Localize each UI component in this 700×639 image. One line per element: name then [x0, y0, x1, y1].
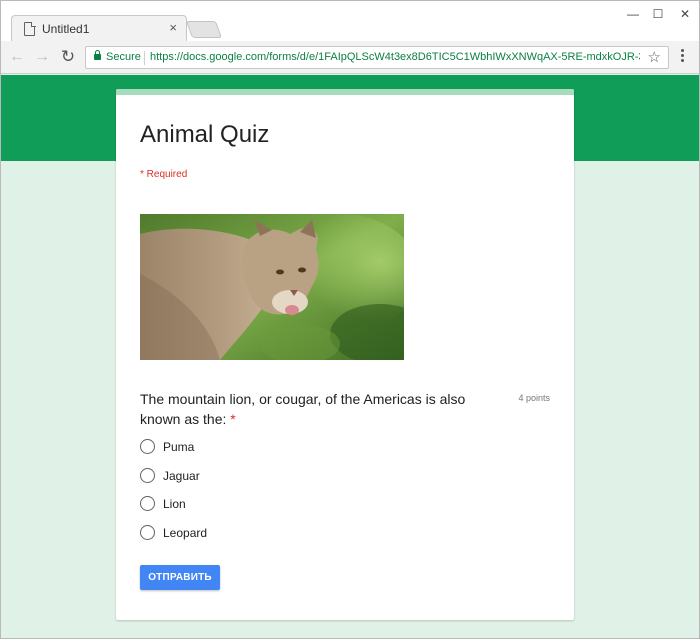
- question-text: The mountain lion, or cougar, of the Ame…: [140, 389, 490, 429]
- new-tab-button[interactable]: [185, 21, 223, 38]
- form-card: Animal Quiz * Required The mountain lion…: [116, 89, 574, 620]
- document-icon: [24, 21, 36, 36]
- required-note: * Required: [140, 169, 188, 180]
- reload-icon[interactable]: ↻: [58, 47, 78, 67]
- maximize-icon[interactable]: ☐: [646, 7, 670, 21]
- bookmark-star-icon[interactable]: ☆: [648, 48, 661, 67]
- secure-label: Secure: [106, 51, 141, 63]
- option-lion[interactable]: Lion: [140, 494, 340, 514]
- radio-button[interactable]: [140, 496, 155, 511]
- form-title: Animal Quiz: [140, 121, 270, 148]
- browser-menu-icon[interactable]: [679, 49, 685, 67]
- option-jaguar[interactable]: Jaguar: [140, 466, 340, 486]
- forward-arrow-icon[interactable]: →: [32, 47, 52, 67]
- url-text[interactable]: https://docs.google.com/forms/d/e/1FAIpQ…: [150, 51, 640, 63]
- tab-title: Untitled1: [42, 22, 90, 36]
- card-accent-bar: [116, 89, 574, 95]
- option-leopard[interactable]: Leopard: [140, 523, 340, 543]
- radio-button[interactable]: [140, 468, 155, 483]
- back-arrow-icon[interactable]: ←: [7, 47, 27, 67]
- browser-window: Untitled1 × — ☐ ✕ ← → ↻ Secure https://d…: [0, 0, 700, 639]
- option-label: Jaguar: [163, 469, 200, 483]
- radio-button[interactable]: [140, 525, 155, 540]
- option-label: Lion: [163, 497, 186, 511]
- submit-button[interactable]: ОТПРАВИТЬ: [140, 565, 220, 590]
- option-label: Puma: [163, 440, 195, 454]
- omnibox-divider: [144, 51, 145, 65]
- points-label: 4 points: [518, 393, 550, 403]
- cougar-photo: [140, 214, 404, 360]
- title-bar: Untitled1 × — ☐ ✕: [1, 1, 699, 42]
- question-label: The mountain lion, or cougar, of the Ame…: [140, 391, 466, 427]
- lock-icon: [94, 50, 101, 60]
- required-star: *: [230, 411, 236, 427]
- browser-tab[interactable]: Untitled1 ×: [11, 15, 187, 42]
- option-puma[interactable]: Puma: [140, 437, 340, 457]
- browser-toolbar: ← → ↻ Secure https://docs.google.com/for…: [1, 41, 699, 74]
- address-bar[interactable]: Secure https://docs.google.com/forms/d/e…: [85, 46, 669, 69]
- page-content: Animal Quiz * Required The mountain lion…: [1, 75, 699, 638]
- close-window-icon[interactable]: ✕: [673, 7, 697, 21]
- radio-button[interactable]: [140, 439, 155, 454]
- tab-close-icon[interactable]: ×: [169, 20, 177, 36]
- option-label: Leopard: [163, 526, 208, 540]
- minimize-icon[interactable]: —: [621, 7, 645, 21]
